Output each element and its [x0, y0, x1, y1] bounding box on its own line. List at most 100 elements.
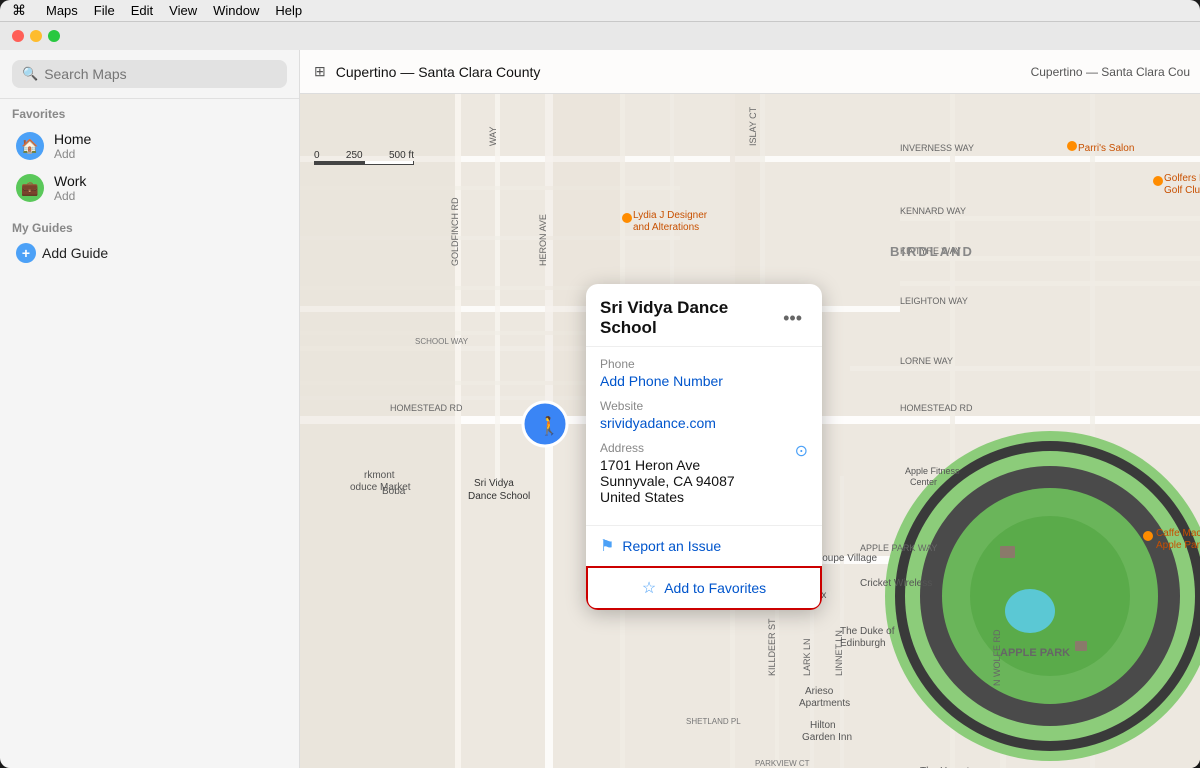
work-sub: Add	[54, 189, 86, 203]
window-body: 🔍 Favorites 🏠 Home Add 💼 Work	[0, 50, 1200, 768]
minimize-button[interactable]	[30, 30, 42, 42]
favorites-label: Favorites	[12, 107, 287, 121]
svg-text:Cricket Wireless: Cricket Wireless	[860, 578, 932, 589]
svg-text:LORNE WAY: LORNE WAY	[900, 356, 953, 366]
info-card-menu-button[interactable]: •••	[777, 306, 808, 331]
svg-text:SHETLAND PL: SHETLAND PL	[686, 717, 741, 726]
address-navigate-icon[interactable]: ⊙	[795, 441, 808, 461]
work-icon: 💼	[16, 174, 44, 202]
search-header: 🔍	[0, 50, 299, 99]
work-label: Work	[54, 173, 86, 189]
map-area[interactable]: ⊞ Cupertino — Santa Clara County Cuperti…	[300, 50, 1200, 768]
search-box[interactable]: 🔍	[12, 60, 287, 88]
scale-0: 0	[314, 150, 320, 161]
favorites-section: Favorites 🏠 Home Add 💼 Work Add	[0, 99, 299, 213]
svg-text:Coupe Village: Coupe Village	[815, 553, 878, 564]
svg-text:HOMESTEAD RD: HOMESTEAD RD	[900, 403, 973, 413]
svg-text:The Duke of: The Duke of	[840, 626, 895, 637]
svg-text:INVERNESS WAY: INVERNESS WAY	[900, 143, 974, 153]
info-card: Sri Vidya Dance School ••• Phone Add Pho…	[586, 284, 822, 610]
guides-label: My Guides	[12, 221, 287, 235]
svg-text:Arieso: Arieso	[805, 686, 834, 697]
home-icon: 🏠	[16, 132, 44, 160]
svg-text:oduce Market: oduce Market	[350, 482, 411, 493]
phone-value[interactable]: Add Phone Number	[600, 373, 808, 389]
add-to-favorites-button[interactable]: ☆ Add to Favorites	[586, 566, 822, 610]
svg-text:Lydia J Designer: Lydia J Designer	[633, 210, 708, 221]
menu-help[interactable]: Help	[267, 1, 310, 20]
website-label: Website	[600, 399, 808, 413]
svg-text:APPLE PARK WAY: APPLE PARK WAY	[860, 543, 937, 553]
add-guide-button[interactable]: + Add Guide	[12, 239, 287, 267]
info-card-title: Sri Vidya Dance School	[600, 298, 777, 338]
scale-bar: 0 250 500 ft	[314, 150, 414, 165]
svg-text:KENNARD WAY: KENNARD WAY	[900, 206, 966, 216]
scale-labels: 0 250 500 ft	[314, 150, 414, 161]
favorite-star-icon: ☆	[642, 578, 656, 598]
close-button[interactable]	[12, 30, 24, 42]
menu-maps[interactable]: Maps	[38, 1, 86, 20]
svg-text:Apple Park: Apple Park	[1156, 540, 1200, 551]
scale-500: 500 ft	[389, 150, 414, 161]
svg-text:HOMESTEAD RD: HOMESTEAD RD	[390, 403, 463, 413]
scale-line	[314, 161, 414, 165]
search-input[interactable]	[44, 66, 277, 82]
home-sub: Add	[54, 147, 91, 161]
maximize-button[interactable]	[48, 30, 60, 42]
map-layers-icon[interactable]: ⊞	[314, 63, 326, 80]
address-field: Address 1701 Heron Ave Sunnyvale, CA 940…	[600, 441, 808, 505]
svg-text:Golfers Delight: Golfers Delight	[1164, 173, 1200, 184]
svg-text:Caffe Macs -: Caffe Macs -	[1156, 528, 1200, 539]
svg-text:BIRDLAND: BIRDLAND	[890, 244, 974, 259]
svg-text:rkmont: rkmont	[364, 470, 395, 481]
add-guide-text: Add Guide	[42, 245, 108, 261]
add-guide-icon: +	[16, 243, 36, 263]
scale-right	[364, 161, 413, 164]
home-label: Home	[54, 131, 91, 147]
menu-edit[interactable]: Edit	[123, 1, 161, 20]
menu-view[interactable]: View	[161, 1, 205, 20]
info-card-body: Phone Add Phone Number Website srividyad…	[586, 347, 822, 525]
svg-text:Sri Vidya: Sri Vidya	[474, 478, 514, 489]
map-breadcrumb: Cupertino — Santa Clara Cou	[1031, 65, 1200, 79]
svg-text:APPLE PARK: APPLE PARK	[1000, 647, 1070, 659]
svg-text:Dance School: Dance School	[468, 491, 530, 502]
svg-text:Center: Center	[910, 477, 937, 487]
scale-left	[315, 161, 364, 164]
home-text: Home Add	[54, 131, 91, 161]
apple-menu[interactable]: ⌘	[4, 0, 34, 21]
phone-label: Phone	[600, 357, 808, 371]
svg-text:LARK LN: LARK LN	[802, 638, 812, 676]
report-issue-button[interactable]: ⚑ Report an Issue	[586, 525, 822, 566]
svg-text:Hilton: Hilton	[810, 720, 836, 731]
svg-text:and Alterations: and Alterations	[633, 222, 699, 233]
svg-text:ISLAY CT: ISLAY CT	[748, 106, 758, 146]
report-icon: ⚑	[600, 536, 614, 556]
info-card-header: Sri Vidya Dance School •••	[586, 284, 822, 347]
svg-text:Apple Fitness: Apple Fitness	[905, 466, 960, 476]
work-text: Work Add	[54, 173, 86, 203]
phone-field: Phone Add Phone Number	[600, 357, 808, 389]
address-row: Address 1701 Heron Ave Sunnyvale, CA 940…	[600, 441, 808, 505]
website-value[interactable]: srividyadance.com	[600, 415, 808, 431]
guides-section: My Guides + Add Guide	[0, 213, 299, 271]
svg-text:WAY: WAY	[488, 127, 498, 147]
work-favorite[interactable]: 💼 Work Add	[12, 167, 287, 209]
map-header: ⊞ Cupertino — Santa Clara County Cuperti…	[300, 50, 1200, 94]
svg-text:PARKVIEW CT: PARKVIEW CT	[755, 759, 810, 768]
svg-text:LEIGHTON WAY: LEIGHTON WAY	[900, 296, 968, 306]
report-text: Report an Issue	[622, 538, 721, 554]
address-line1: 1701 Heron Ave	[600, 457, 735, 473]
sidebar: 🔍 Favorites 🏠 Home Add 💼 Work	[0, 50, 300, 768]
favorite-text: Add to Favorites	[664, 580, 766, 596]
svg-text:Parri's Salon: Parri's Salon	[1078, 143, 1134, 154]
svg-text:Garden Inn: Garden Inn	[802, 732, 852, 743]
app-window: ⌘ Maps File Edit View Window Help 🔍	[0, 0, 1200, 768]
menu-file[interactable]: File	[86, 1, 123, 20]
title-bar	[0, 22, 1200, 50]
svg-text:KILLDEER ST: KILLDEER ST	[767, 618, 777, 676]
menu-window[interactable]: Window	[205, 1, 267, 20]
svg-text:🚶: 🚶	[538, 415, 560, 436]
svg-text:Apartments: Apartments	[799, 698, 850, 709]
home-favorite[interactable]: 🏠 Home Add	[12, 125, 287, 167]
